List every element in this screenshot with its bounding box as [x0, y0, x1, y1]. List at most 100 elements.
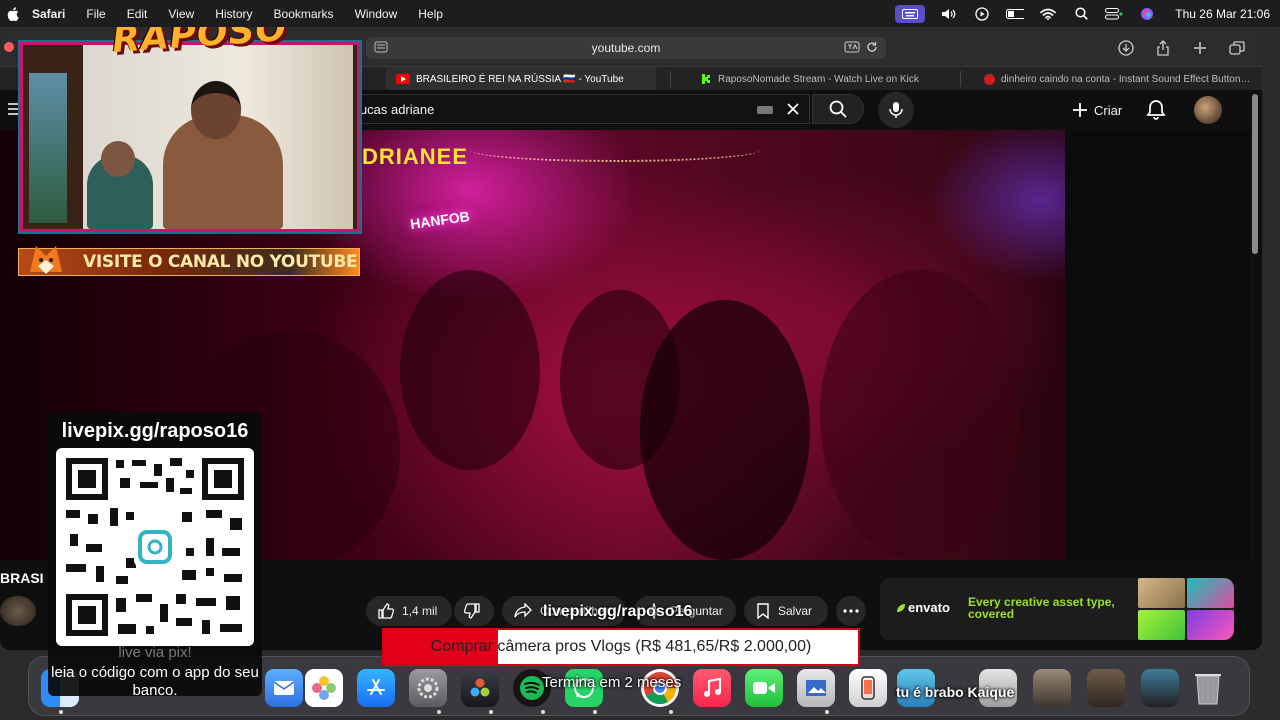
menubar-clock[interactable]: Thu 26 Mar 21:06 [1175, 7, 1270, 21]
clear-search-icon[interactable] [785, 101, 801, 120]
share-icon[interactable] [1154, 39, 1172, 57]
video-title-truncated[interactable]: BRASI [0, 570, 44, 586]
create-button[interactable]: Criar [1060, 94, 1134, 126]
keyboard-icon[interactable] [757, 106, 773, 114]
screen: Safari File Edit View History Bookmarks … [0, 0, 1280, 720]
donation-goal-label: Comprar câmera pros Vlogs (R$ 481,65/R$ … [430, 638, 812, 655]
bookmark-icon [757, 603, 769, 619]
menu-window[interactable]: Window [355, 7, 398, 21]
ad-brand: envato [896, 600, 950, 615]
microphone-icon [889, 102, 903, 118]
save-label: Salvar [778, 604, 813, 618]
channel-avatar[interactable] [0, 596, 36, 626]
video-letterbox [1065, 130, 1250, 560]
page-menu-icon[interactable] [374, 41, 388, 56]
volume-icon[interactable] [940, 7, 958, 21]
streamer-webcam [20, 42, 360, 232]
livepix-caption-body: leia o código com o app do seu banco. [51, 664, 259, 699]
livepix-caption-title: live via pix! [118, 644, 192, 661]
spotlight-search-icon[interactable] [1072, 7, 1090, 21]
app-store-icon[interactable] [357, 669, 395, 707]
tab-title: BRASILEIRO É REI NA RÚSSIA 🇷🇺 - YouTube [416, 73, 624, 85]
running-indicator [825, 710, 829, 714]
like-button[interactable]: 1,4 mil [366, 596, 452, 626]
iphone-mirroring-icon[interactable] [849, 669, 887, 707]
wifi-icon[interactable] [1039, 7, 1057, 21]
voice-search-button[interactable] [878, 92, 914, 128]
menu-bookmarks[interactable]: Bookmarks [274, 7, 334, 21]
menu-file[interactable]: File [86, 7, 105, 21]
preview-icon[interactable] [797, 669, 835, 707]
video-overlay-title: DRIANEE [362, 144, 469, 169]
search-button[interactable] [812, 94, 864, 124]
ad-thumbnail [1187, 578, 1234, 608]
menu-edit[interactable]: Edit [127, 7, 148, 21]
facetime-icon[interactable] [745, 669, 783, 707]
trash-icon[interactable] [1189, 669, 1227, 707]
photos-icon[interactable] [305, 669, 343, 707]
tab-title: dinheiro caindo na conta - Instant Sound… [1001, 73, 1251, 85]
donation-goal-time-left: Termina em 2 meses [542, 674, 682, 691]
menu-help[interactable]: Help [418, 7, 443, 21]
running-indicator [59, 710, 63, 714]
fairy-lights [470, 138, 760, 162]
neon-sign: HANFOB [409, 207, 471, 233]
siri-icon[interactable] [1138, 7, 1156, 21]
tab-overview-icon[interactable] [1228, 39, 1246, 57]
envato-leaf-icon [897, 604, 905, 612]
menu-history[interactable]: History [215, 7, 252, 21]
like-count: 1,4 mil [402, 604, 438, 618]
search-input[interactable]: lucas adriane [330, 94, 810, 124]
fox-mascot-icon [26, 238, 70, 278]
window-icon[interactable] [1141, 669, 1179, 707]
music-icon[interactable] [693, 669, 731, 707]
window-close-button[interactable] [4, 42, 14, 52]
battery-icon[interactable] [1006, 7, 1025, 21]
livepix-panel: livepix.gg/raposo16 live via pix! leia o… [48, 412, 262, 699]
now-playing-icon[interactable] [973, 6, 991, 21]
running-indicator [437, 710, 441, 714]
menu-app-name[interactable]: Safari [32, 7, 65, 21]
save-button[interactable]: Salvar [744, 596, 828, 626]
reload-icon[interactable] [866, 41, 878, 56]
more-dots-icon [843, 609, 859, 613]
ad-thumbnails [1138, 578, 1234, 640]
downloads-icon[interactable] [1117, 39, 1135, 57]
ad-thumbnail [1138, 578, 1185, 608]
dislike-button[interactable] [454, 596, 494, 626]
donation-goal-bar: Comprar câmera pros Vlogs (R$ 481,65/R$ … [382, 628, 860, 666]
davinci-resolve-icon[interactable] [461, 669, 499, 707]
crowd-silhouette [820, 270, 1020, 560]
tab-kick[interactable]: RaposoNomade Stream - Watch Live on Kick [690, 67, 950, 91]
more-actions-button[interactable] [836, 596, 866, 626]
keyboard-input-icon[interactable] [895, 4, 926, 23]
ad-thumbnail [1138, 610, 1185, 640]
translate-icon[interactable] [844, 41, 860, 56]
menu-view[interactable]: View [168, 7, 194, 21]
apple-menu-icon[interactable] [6, 6, 20, 21]
system-settings-icon[interactable] [409, 669, 447, 707]
notifications-bell-icon[interactable] [1146, 99, 1166, 126]
running-indicator [541, 710, 545, 714]
folder-icon[interactable] [1033, 669, 1071, 707]
control-center-icon[interactable] [1105, 7, 1123, 21]
macos-menu-bar: Safari File Edit View History Bookmarks … [0, 0, 1280, 27]
livepix-url: livepix.gg/raposo16 [61, 420, 249, 442]
share-arrow-icon [514, 603, 532, 618]
donation-goal-url: livepix.gg/raposo16 [543, 603, 693, 620]
crowd-silhouette [640, 300, 810, 560]
address-bar[interactable]: youtube.com [366, 37, 886, 59]
youtube-favicon-icon [396, 74, 410, 84]
new-tab-icon[interactable] [1191, 39, 1209, 57]
screenshot-icon[interactable] [1087, 669, 1125, 707]
running-indicator [489, 710, 493, 714]
tab-sound-effect[interactable]: dinheiro caindo na conta - Instant Sound… [974, 67, 1262, 91]
thumbs-down-icon [464, 603, 480, 619]
tab-youtube[interactable]: BRASILEIRO É REI NA RÚSSIA 🇷🇺 - YouTube [386, 67, 656, 91]
account-avatar[interactable] [1194, 96, 1222, 124]
mail-icon[interactable] [265, 669, 303, 707]
plus-icon [1073, 103, 1087, 117]
envato-ad-banner[interactable]: envato Every creative asset type, covere… [880, 578, 1234, 640]
page-scrollbar[interactable] [1252, 94, 1258, 254]
ad-tagline: Every creative asset type, covered [968, 595, 1115, 621]
